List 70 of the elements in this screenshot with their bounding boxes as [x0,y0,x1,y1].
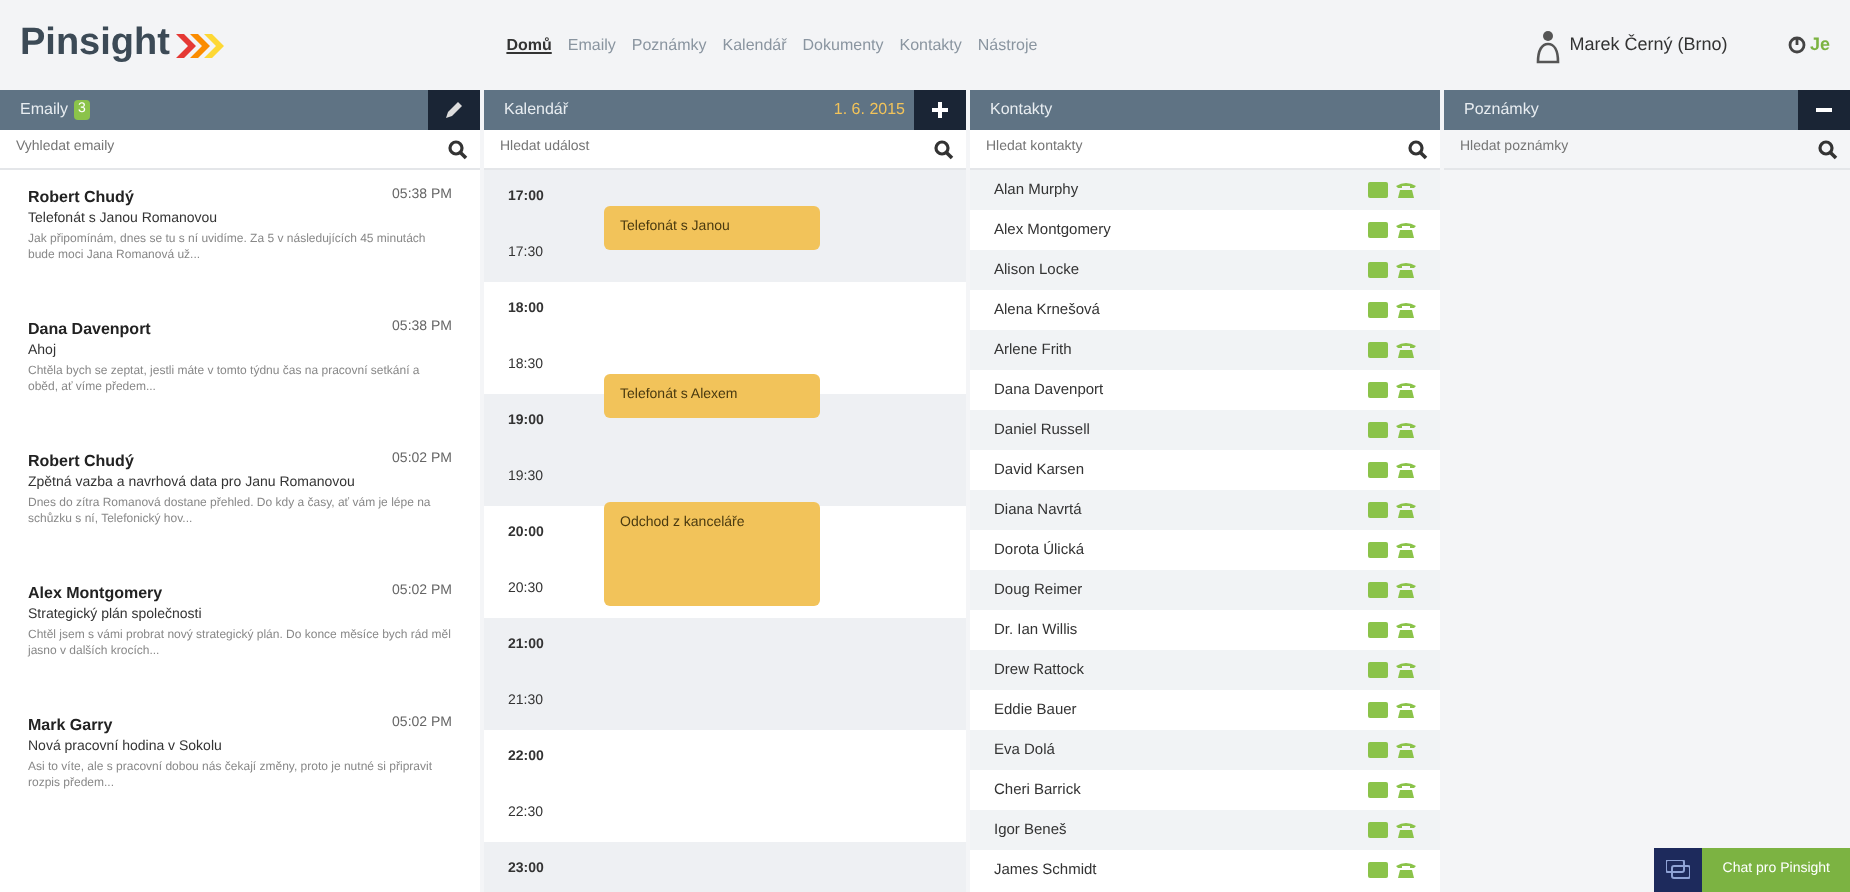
message-icon[interactable] [1367,502,1387,518]
sender-name: Dana Davenport [28,318,151,342]
phone-icon[interactable] [1396,622,1416,638]
message-icon[interactable] [1367,542,1387,558]
search-icon [1408,139,1428,159]
message-icon[interactable] [1367,302,1387,318]
message-icon[interactable] [1367,222,1387,238]
nav-link[interactable]: Poznámky [631,33,707,57]
plus-icon [932,102,948,118]
message-icon[interactable] [1367,182,1387,198]
message-icon[interactable] [1367,742,1387,758]
message-icon[interactable] [1367,662,1387,678]
phone-icon[interactable] [1396,262,1416,278]
message-icon[interactable] [1367,422,1387,438]
phone-icon[interactable] [1396,302,1416,318]
compose-button[interactable] [428,90,480,130]
sender-name: Alex Montgomery [28,582,163,606]
phone-icon[interactable] [1396,182,1416,198]
message-icon[interactable] [1367,702,1387,718]
phone-icon[interactable] [1396,702,1416,718]
phone-icon[interactable] [1396,582,1416,598]
user-name: Marek Černý (Brno) [1569,31,1728,58]
panel-title: Emaily [20,98,69,122]
phone-icon[interactable] [1396,662,1416,678]
search-icon [934,139,954,159]
user-icon [1536,27,1561,63]
message-icon[interactable] [1367,782,1387,798]
message-icon[interactable] [1367,622,1387,638]
sender-name: Robert Chudý [28,186,134,210]
nav-link[interactable]: Kalendář [722,33,787,57]
phone-icon[interactable] [1396,222,1416,238]
phone-icon[interactable] [1396,502,1416,518]
minus-icon [1816,102,1832,118]
chat-icon [1666,860,1691,880]
message-icon[interactable] [1367,462,1387,478]
sender-name: Mark Garry [28,714,113,738]
phone-icon[interactable] [1396,742,1416,758]
search-icon [1818,139,1838,159]
message-icon[interactable] [1367,582,1387,598]
power-icon [1787,36,1806,54]
panel-title: Kalendář [504,98,569,122]
collapse-button[interactable] [1798,90,1850,130]
panel-title: Poznámky [1464,98,1539,122]
message-icon[interactable] [1367,382,1387,398]
message-icon[interactable] [1367,822,1387,838]
status-text: Je [1809,31,1830,58]
add-button[interactable] [914,90,966,130]
phone-icon[interactable] [1396,422,1416,438]
nav-link[interactable]: Nástroje [977,33,1038,57]
phone-icon[interactable] [1396,462,1416,478]
phone-icon[interactable] [1396,542,1416,558]
sender-name: Robert Chudý [28,450,134,474]
search-icon [448,139,468,159]
message-icon[interactable] [1367,262,1387,278]
message-icon[interactable] [1367,862,1387,878]
nav-link[interactable]: Domů [506,33,552,57]
phone-icon[interactable] [1396,782,1416,798]
calendar-date: 1. 6. 2015 [833,98,905,122]
nav-link[interactable]: Dokumenty [802,33,884,57]
logo-chevrons-icon [174,31,227,59]
panel-title: Kontakty [990,98,1053,122]
phone-icon[interactable] [1396,822,1416,838]
nav-link[interactable]: Kontakty [899,33,962,57]
phone-icon[interactable] [1396,342,1416,358]
message-icon[interactable] [1367,342,1387,358]
pencil-icon [444,100,464,120]
phone-icon[interactable] [1396,382,1416,398]
nav-link[interactable]: Emaily [567,33,616,57]
logo-text: Pinsight [20,20,170,69]
phone-icon[interactable] [1396,862,1416,878]
